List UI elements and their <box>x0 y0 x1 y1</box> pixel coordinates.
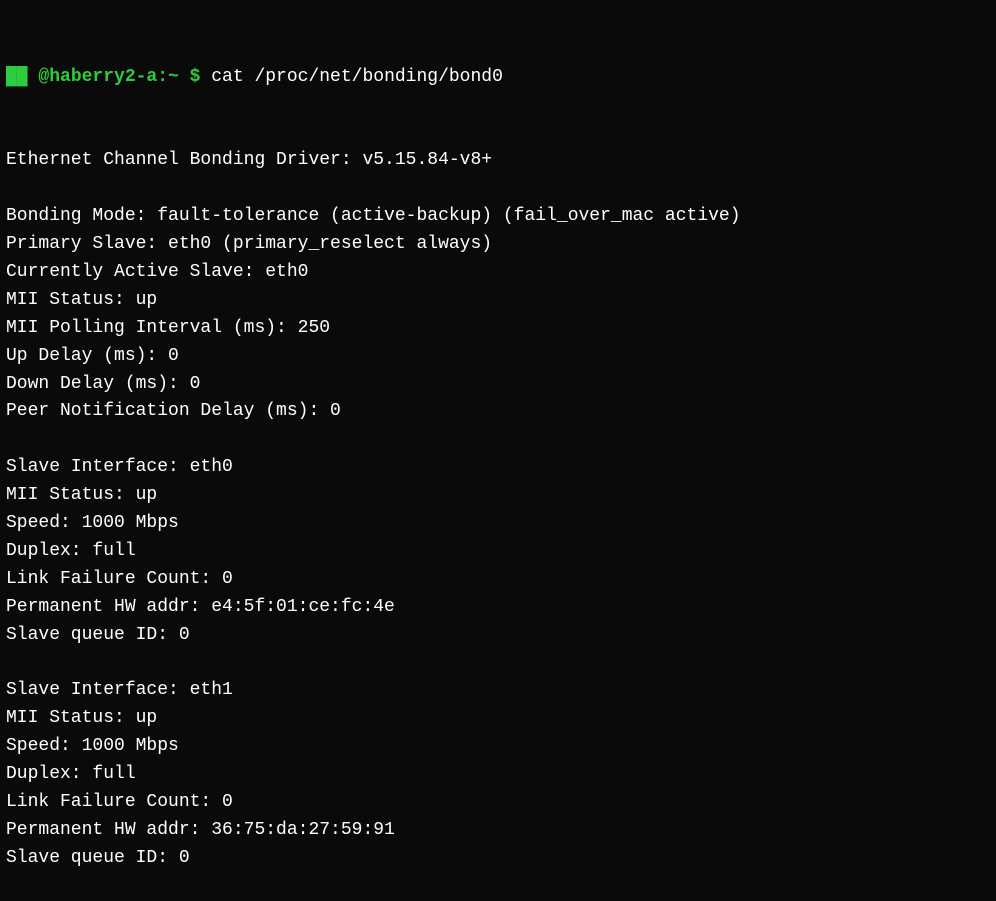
terminal-output: Ethernet Channel Bonding Driver: v5.15.8… <box>6 147 990 872</box>
output-line: Primary Slave: eth0 (primary_reselect al… <box>6 231 990 259</box>
output-line <box>6 649 990 677</box>
green-block: ██ <box>6 64 28 92</box>
output-line: Duplex: full <box>6 538 990 566</box>
output-line: Duplex: full <box>6 761 990 789</box>
output-line: Up Delay (ms): 0 <box>6 343 990 371</box>
output-line: Bonding Mode: fault-tolerance (active-ba… <box>6 203 990 231</box>
output-line <box>6 175 990 203</box>
user-host: @haberry2-a:~ $ <box>28 64 201 92</box>
output-line: Currently Active Slave: eth0 <box>6 259 990 287</box>
output-line: Slave queue ID: 0 <box>6 622 990 650</box>
output-line: MII Status: up <box>6 705 990 733</box>
output-line: Speed: 1000 Mbps <box>6 510 990 538</box>
output-line: MII Status: up <box>6 287 990 315</box>
output-line: Link Failure Count: 0 <box>6 566 990 594</box>
output-line: Slave Interface: eth0 <box>6 454 990 482</box>
output-line: Down Delay (ms): 0 <box>6 371 990 399</box>
output-line: MII Status: up <box>6 482 990 510</box>
output-line: Permanent HW addr: 36:75:da:27:59:91 <box>6 817 990 845</box>
prompt-line[interactable]: ██ @haberry2-a:~ $ cat /proc/net/bonding… <box>6 64 990 92</box>
command-text: cat /proc/net/bonding/bond0 <box>200 64 502 92</box>
output-line: Permanent HW addr: e4:5f:01:ce:fc:4e <box>6 594 990 622</box>
output-line: Slave queue ID: 0 <box>6 845 990 873</box>
output-line: Link Failure Count: 0 <box>6 789 990 817</box>
output-line: Speed: 1000 Mbps <box>6 733 990 761</box>
terminal-window: ██ @haberry2-a:~ $ cat /proc/net/bonding… <box>0 0 996 732</box>
output-line: MII Polling Interval (ms): 250 <box>6 315 990 343</box>
output-line: Slave Interface: eth1 <box>6 677 990 705</box>
output-line: Ethernet Channel Bonding Driver: v5.15.8… <box>6 147 990 175</box>
output-line <box>6 426 990 454</box>
output-line: Peer Notification Delay (ms): 0 <box>6 398 990 426</box>
